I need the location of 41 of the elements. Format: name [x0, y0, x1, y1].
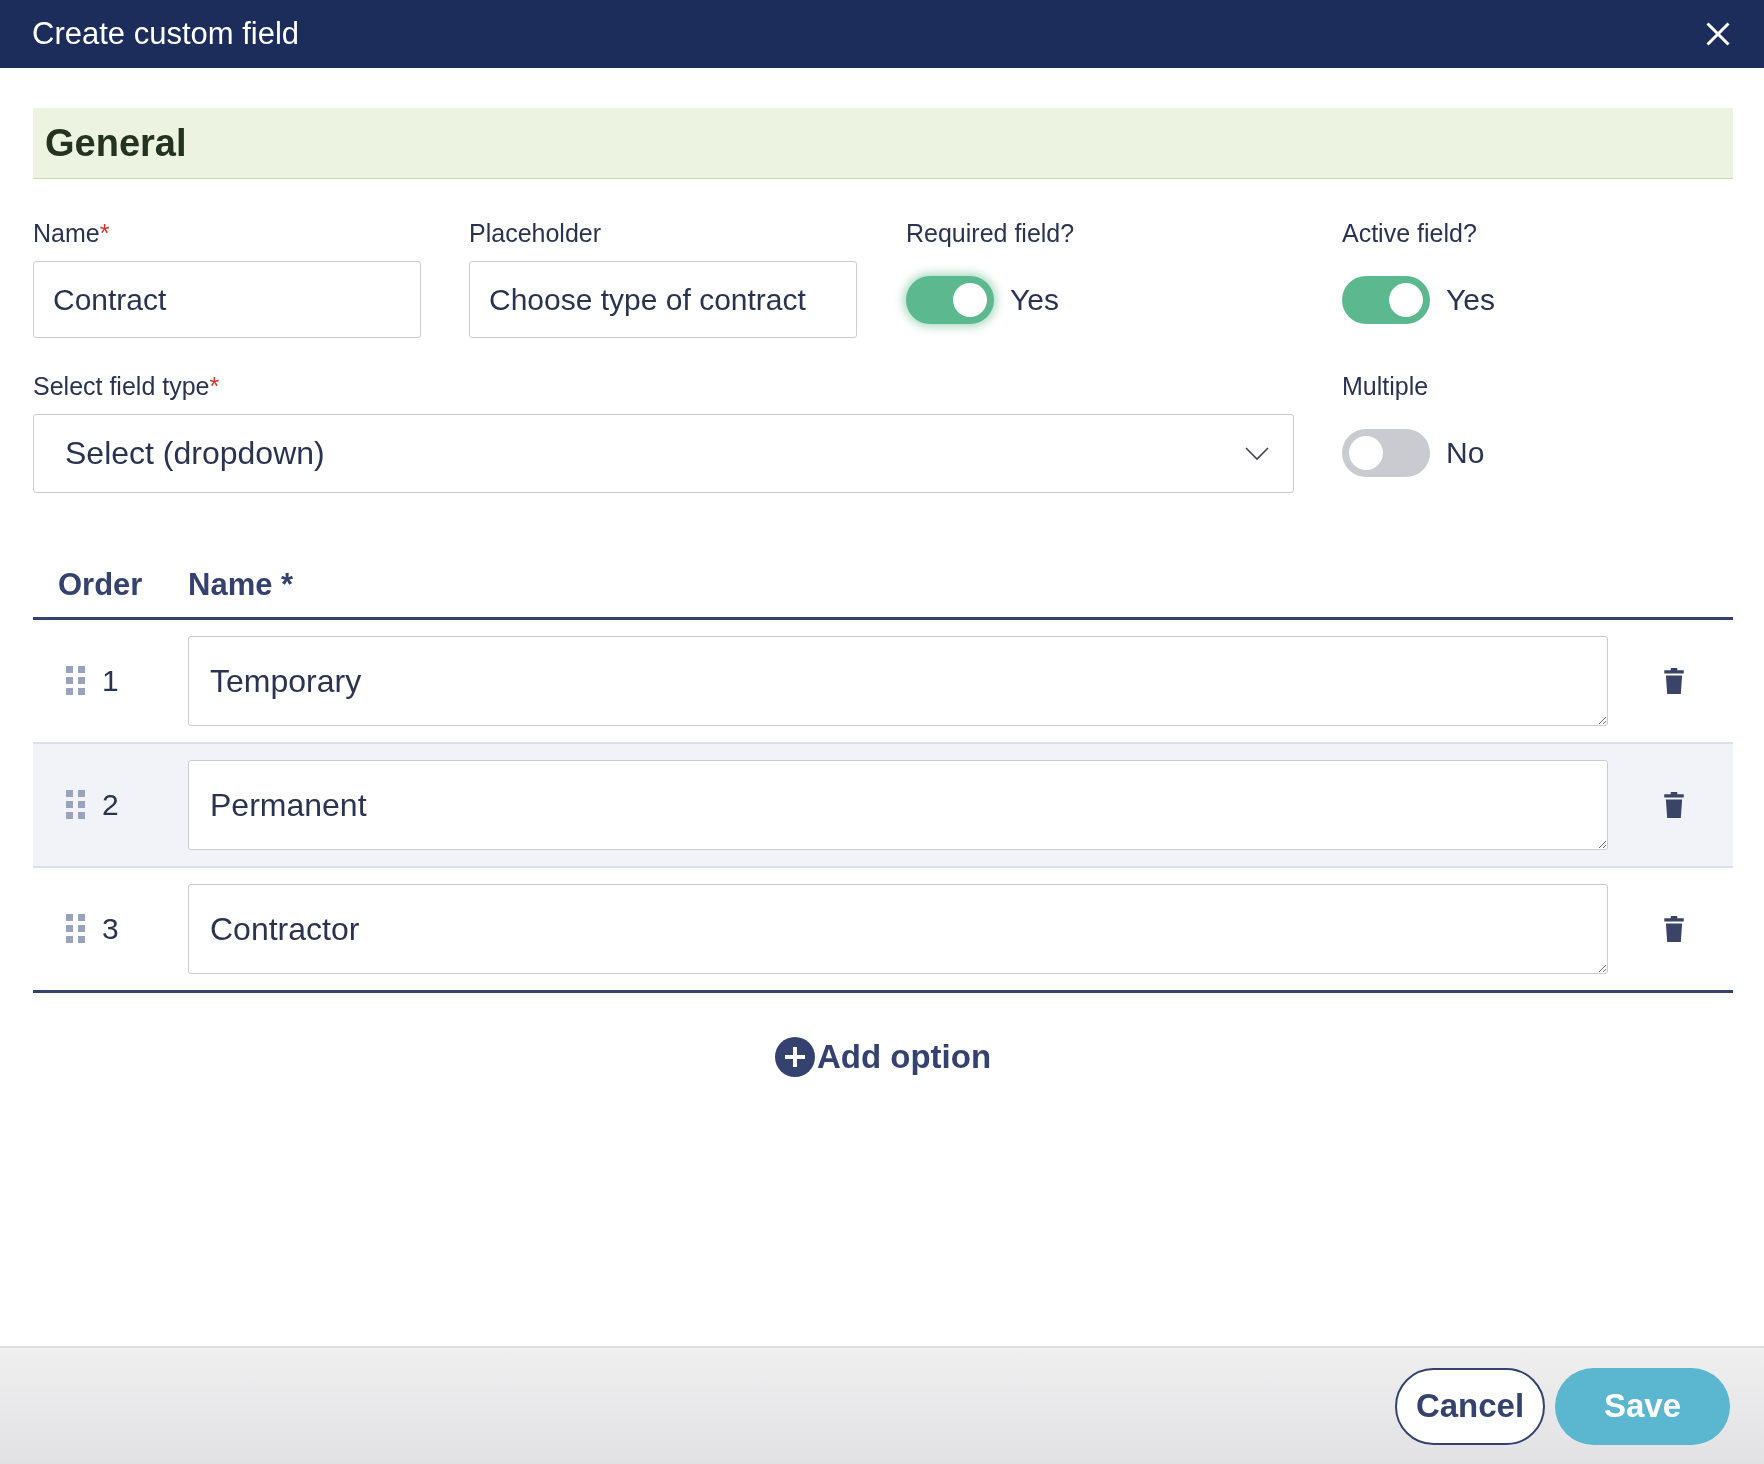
column-header: Order — [57, 567, 144, 603]
plus-circle-icon — [774, 1037, 815, 1077]
dialog-title: Create custom field — [32, 16, 300, 52]
chevron-down-icon — [1245, 446, 1269, 461]
toggle-switch[interactable] — [906, 275, 994, 324]
toggle-switch[interactable] — [1342, 428, 1430, 477]
toggle-state: No — [1446, 435, 1485, 470]
order-number: 2 — [102, 788, 119, 822]
text-field[interactable]: Choose type of contract — [469, 261, 857, 338]
field-label: Placeholder — [469, 219, 602, 247]
drag-handle-icon[interactable] — [66, 790, 86, 820]
option-name-field[interactable]: Permanent — [188, 760, 1608, 850]
toggle-state: Yes — [1010, 282, 1059, 317]
required-mark: * — [209, 372, 220, 400]
toggle-switch[interactable] — [1342, 275, 1430, 324]
section-title: General — [45, 121, 187, 165]
trash-icon[interactable] — [1664, 792, 1684, 818]
option-row[interactable]: 1 Temporary — [33, 620, 1733, 744]
field-label: Name — [33, 219, 100, 247]
drag-handle-icon[interactable] — [66, 914, 86, 944]
field-type-dropdown[interactable]: Select (dropdown) — [33, 414, 1294, 493]
text-field[interactable]: Contract — [33, 261, 421, 338]
toggle-state: Yes — [1446, 282, 1495, 317]
add-option-button[interactable]: Add option — [774, 1037, 992, 1077]
option-name-field[interactable]: Contractor — [188, 884, 1608, 974]
order-number: 3 — [102, 912, 119, 946]
option-row[interactable]: 3 Contractor — [33, 868, 1733, 993]
field-label: Multiple — [1342, 372, 1429, 400]
required-mark: * — [99, 219, 110, 247]
column-header: Name * — [188, 567, 294, 603]
order-number: 1 — [102, 664, 119, 698]
trash-icon[interactable] — [1664, 916, 1684, 942]
trash-icon[interactable] — [1664, 668, 1684, 694]
cancel-button[interactable]: Cancel — [1395, 1367, 1545, 1445]
field-label: Select field type — [33, 372, 210, 400]
field-label: Active field? — [1342, 219, 1477, 247]
field-label: Required field? — [906, 219, 1075, 247]
drag-handle-icon[interactable] — [66, 666, 86, 696]
option-name-field[interactable]: Temporary — [188, 636, 1608, 726]
option-row[interactable]: 2 Permanent — [33, 744, 1733, 868]
close-icon[interactable] — [1704, 20, 1732, 48]
